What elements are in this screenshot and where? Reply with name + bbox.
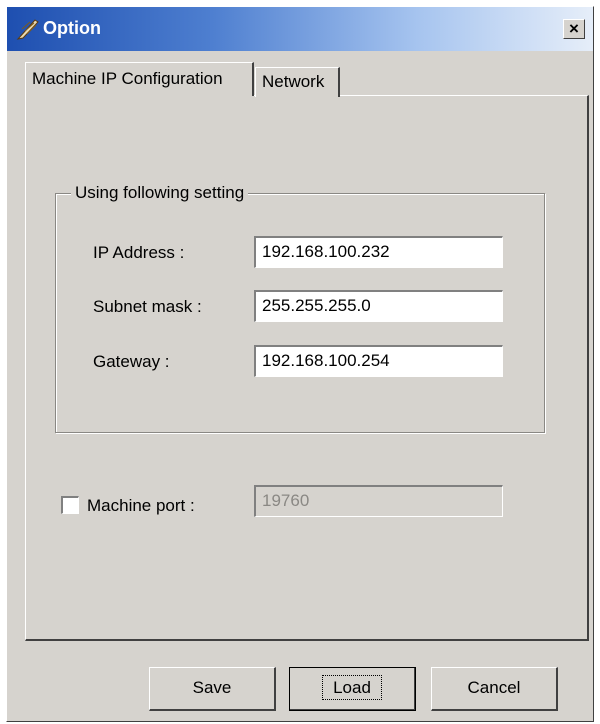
subnet-mask-field[interactable]: 255.255.255.0 <box>254 290 503 322</box>
option-dialog: Option × Machine IP Configuration Networ… <box>6 6 594 722</box>
save-button[interactable]: Save <box>149 667 276 711</box>
machine-port-label: Machine port : <box>87 496 195 515</box>
cancel-button[interactable]: Cancel <box>431 667 558 711</box>
load-button-label: Load <box>322 675 382 700</box>
gateway-label: Gateway : <box>93 352 170 371</box>
load-button[interactable]: Load <box>289 667 416 711</box>
close-button[interactable]: × <box>563 19 585 39</box>
app-feather-icon <box>15 17 41 41</box>
ip-address-label: IP Address : <box>93 243 185 262</box>
gateway-field[interactable]: 192.168.100.254 <box>254 345 503 377</box>
title-bar[interactable]: Option × <box>7 7 593 51</box>
subnet-mask-label: Subnet mask : <box>93 297 202 316</box>
ip-address-field[interactable]: 192.168.100.232 <box>254 236 503 268</box>
groupbox-title: Using following setting <box>71 183 249 203</box>
tab-machine-ip-configuration[interactable]: Machine IP Configuration <box>25 62 254 96</box>
tab-network[interactable]: Network <box>255 67 340 97</box>
machine-port-field[interactable]: 19760 <box>254 485 503 517</box>
window-title: Option <box>43 18 101 38</box>
machine-port-checkbox[interactable] <box>61 496 79 514</box>
